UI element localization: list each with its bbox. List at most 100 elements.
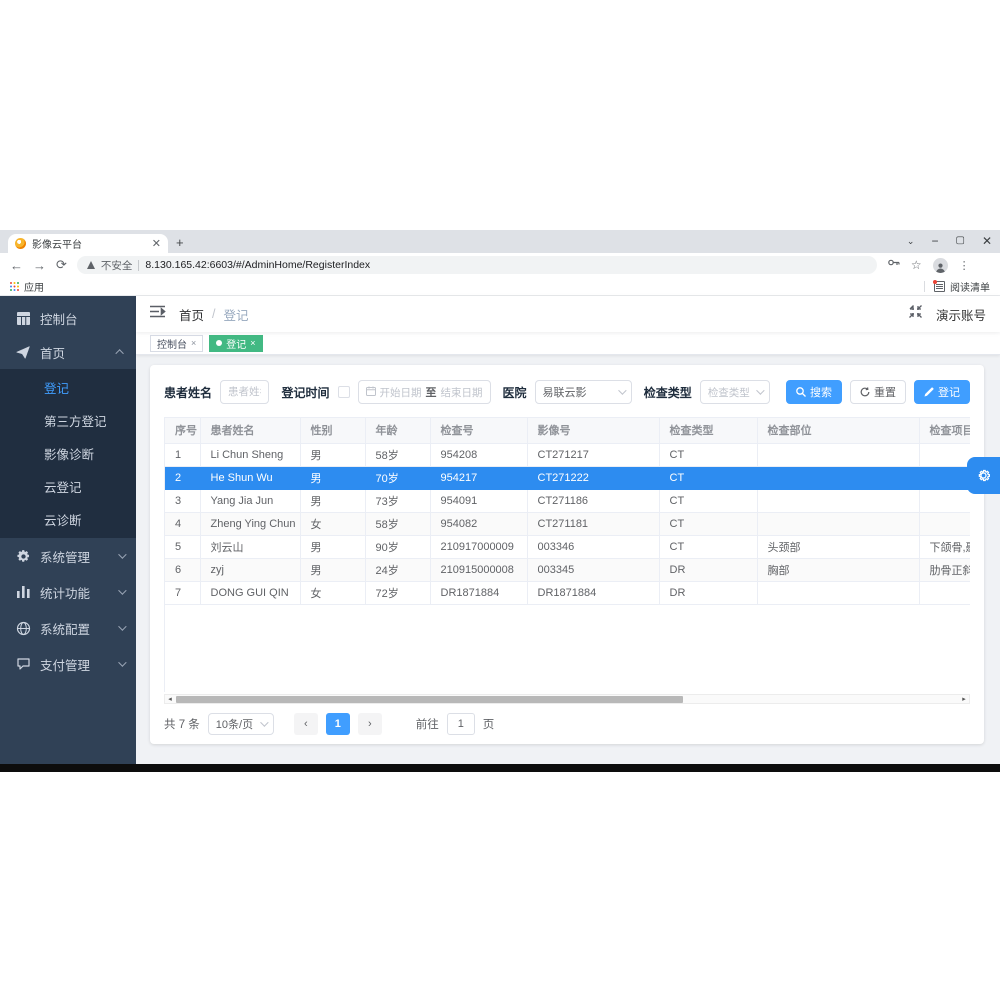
scroll-left-icon[interactable]: ◂ — [165, 695, 175, 703]
table-row[interactable]: 2 He Shun Wu 男 70岁 954217 CT271222 CT — [165, 466, 970, 490]
profile-avatar[interactable] — [932, 257, 948, 273]
key-icon[interactable] — [887, 256, 900, 274]
browser-tab-strip: 影像云平台 ✕ + ⌄ − ▢ ✕ — [0, 230, 1000, 253]
table-row[interactable]: 6zyj男24岁210915000008003345DR胸部肋骨正斜位 — [165, 558, 970, 582]
page-unit-label: 页 — [482, 719, 495, 731]
globe-icon — [16, 621, 30, 635]
horizontal-scrollbar[interactable]: ◂ ▸ — [164, 694, 970, 704]
table-cell: 5 — [165, 535, 201, 559]
chevron-down-icon — [118, 550, 127, 559]
apps-label[interactable]: 应用 — [24, 279, 44, 294]
breadcrumb-separator: / — [212, 307, 216, 321]
table-cell — [919, 581, 970, 605]
apps-grid-icon[interactable] — [10, 281, 19, 291]
sidebar-item-system-management[interactable]: 系统管理 — [0, 538, 136, 574]
reading-list-icon[interactable] — [933, 279, 945, 292]
table-cell: CT — [659, 443, 758, 467]
hospital-select[interactable]: 易联云影 — [534, 380, 632, 404]
table-row[interactable]: 4 Zheng Ying Chun 女 58岁 954082 CT271181 CT — [165, 512, 970, 536]
exam-type-label: 检查类型 — [643, 385, 692, 400]
table-row[interactable]: 1 Li Chun Sheng 男 58岁 954208 CT271217 CT — [165, 443, 970, 467]
exam-type-select[interactable]: 检查类型 — [699, 380, 770, 404]
table-cell: 210917000009 — [430, 535, 528, 559]
browser-menu-icon[interactable]: ⋮ — [959, 259, 970, 272]
url-text: 8.130.165.42:6603/#/AdminHome/RegisterIn… — [145, 259, 371, 271]
search-icon — [796, 387, 806, 397]
page-size-select[interactable]: 10条/页 — [207, 713, 274, 735]
fullscreen-icon[interactable] — [909, 305, 922, 323]
browser-tab[interactable]: 影像云平台 ✕ — [8, 234, 168, 253]
chevron-down-icon — [617, 386, 627, 395]
sidebar-item-image-diagnosis[interactable]: 影像诊断 — [0, 437, 136, 470]
sidebar-item-dashboard[interactable]: 控制台 — [0, 301, 136, 335]
table-row[interactable]: 3 Yang Jia Jun 男 73岁 954091 CT271186 CT — [165, 489, 970, 513]
sidebar-item-cloud-register[interactable]: 云登记 — [0, 470, 136, 503]
prev-page-button[interactable]: ‹ — [293, 713, 318, 735]
goto-page-input[interactable] — [446, 713, 475, 735]
refresh-icon[interactable]: ⟳ — [56, 257, 67, 273]
search-button[interactable]: 搜索 — [786, 380, 842, 404]
sidebar-item-register[interactable]: 登记 — [0, 371, 136, 404]
content-area: 患者姓名 登记时间 开始日期 至 结束日期 医院 — [136, 355, 1000, 766]
patient-name-input[interactable] — [220, 380, 270, 404]
reading-list-label[interactable]: 阅读清单 — [950, 279, 990, 294]
sidebar-item-cloud-diagnosis[interactable]: 云诊断 — [0, 503, 136, 536]
window-menu-icon[interactable]: ⌄ — [907, 232, 915, 250]
table-cell: 刘云山 — [200, 535, 301, 559]
table-cell: 男 — [300, 443, 366, 467]
table-header-cell: 患者姓名 — [200, 418, 301, 444]
chevron-up-icon — [115, 349, 124, 358]
sidebar-item-thirdparty-register[interactable]: 第三方登记 — [0, 404, 136, 437]
register-time-checkbox[interactable] — [337, 386, 350, 398]
new-tab-button[interactable]: + — [176, 235, 184, 251]
table-row[interactable]: 7 DONG GUI QIN 女 72岁 DR1871884 DR1871884 DR — [165, 581, 970, 605]
sidebar-submenu: 登记 第三方登记 影像诊断 云登记 云诊断 — [0, 369, 136, 538]
table-cell: Zheng Ying Chun — [200, 512, 301, 536]
tag-close-icon[interactable]: × — [191, 338, 196, 348]
next-page-button[interactable]: › — [357, 713, 382, 735]
window-maximize-icon[interactable]: ▢ — [955, 232, 964, 250]
scrollbar-thumb[interactable] — [176, 696, 683, 703]
total-count: 共 7 条 — [164, 719, 200, 731]
tag-register[interactable]: 登记 × — [209, 334, 263, 352]
tag-dashboard[interactable]: 控制台 × — [150, 334, 204, 352]
tab-close-icon[interactable]: ✕ — [152, 237, 161, 250]
table-cell: CT — [659, 535, 758, 559]
table-row[interactable]: 5刘云山男90岁210917000009003346CT头颈部下颌骨,颞骨冠 — [165, 535, 970, 559]
breadcrumb-home[interactable]: 首页 — [179, 305, 204, 324]
table-cell: DONG GUI QIN — [200, 581, 301, 605]
table-cell: 胸部 — [757, 558, 920, 582]
table-cell — [757, 443, 920, 467]
register-button[interactable]: 登记 — [914, 380, 970, 404]
sidebar-item-system-config[interactable]: 系统配置 — [0, 610, 136, 646]
url-bar[interactable]: 不安全 8.130.165.42:6603/#/AdminHome/Regist… — [76, 256, 877, 274]
page-1-button[interactable]: 1 — [325, 713, 350, 735]
window-close-icon[interactable]: ✕ — [982, 232, 992, 250]
sidebar-item-statistics[interactable]: 统计功能 — [0, 574, 136, 610]
sidebar-item-payment[interactable]: 支付管理 — [0, 646, 136, 682]
account-label[interactable]: 演示账号 — [936, 305, 986, 324]
table-cell: 7 — [165, 581, 201, 605]
window-minimize-icon[interactable]: − — [931, 232, 938, 250]
reset-button[interactable]: 重置 — [850, 380, 906, 404]
table-cell: 男 — [300, 558, 366, 582]
bookmark-star-icon[interactable]: ☆ — [911, 258, 922, 272]
back-icon[interactable]: ← — [10, 258, 23, 273]
scroll-right-icon[interactable]: ▸ — [959, 695, 969, 703]
sidebar-item-home[interactable]: 首页 — [0, 335, 136, 369]
table-cell: 954091 — [430, 489, 528, 513]
hamburger-icon[interactable] — [150, 305, 166, 323]
table-cell: 3 — [165, 489, 201, 513]
date-to-label: 至 — [425, 387, 437, 399]
refresh-icon — [860, 387, 870, 397]
table-cell: 58岁 — [365, 512, 431, 536]
table-cell: 4 — [165, 512, 201, 536]
table-cell — [919, 512, 970, 536]
forward-icon[interactable]: → — [33, 258, 46, 273]
tag-close-icon[interactable]: × — [250, 338, 255, 348]
table-cell: CT — [659, 466, 758, 490]
table-cell: 73岁 — [365, 489, 431, 513]
date-range-input[interactable]: 开始日期 至 结束日期 — [357, 380, 491, 404]
row-settings-button[interactable] — [967, 457, 1000, 494]
table-cell: CT — [659, 512, 758, 536]
